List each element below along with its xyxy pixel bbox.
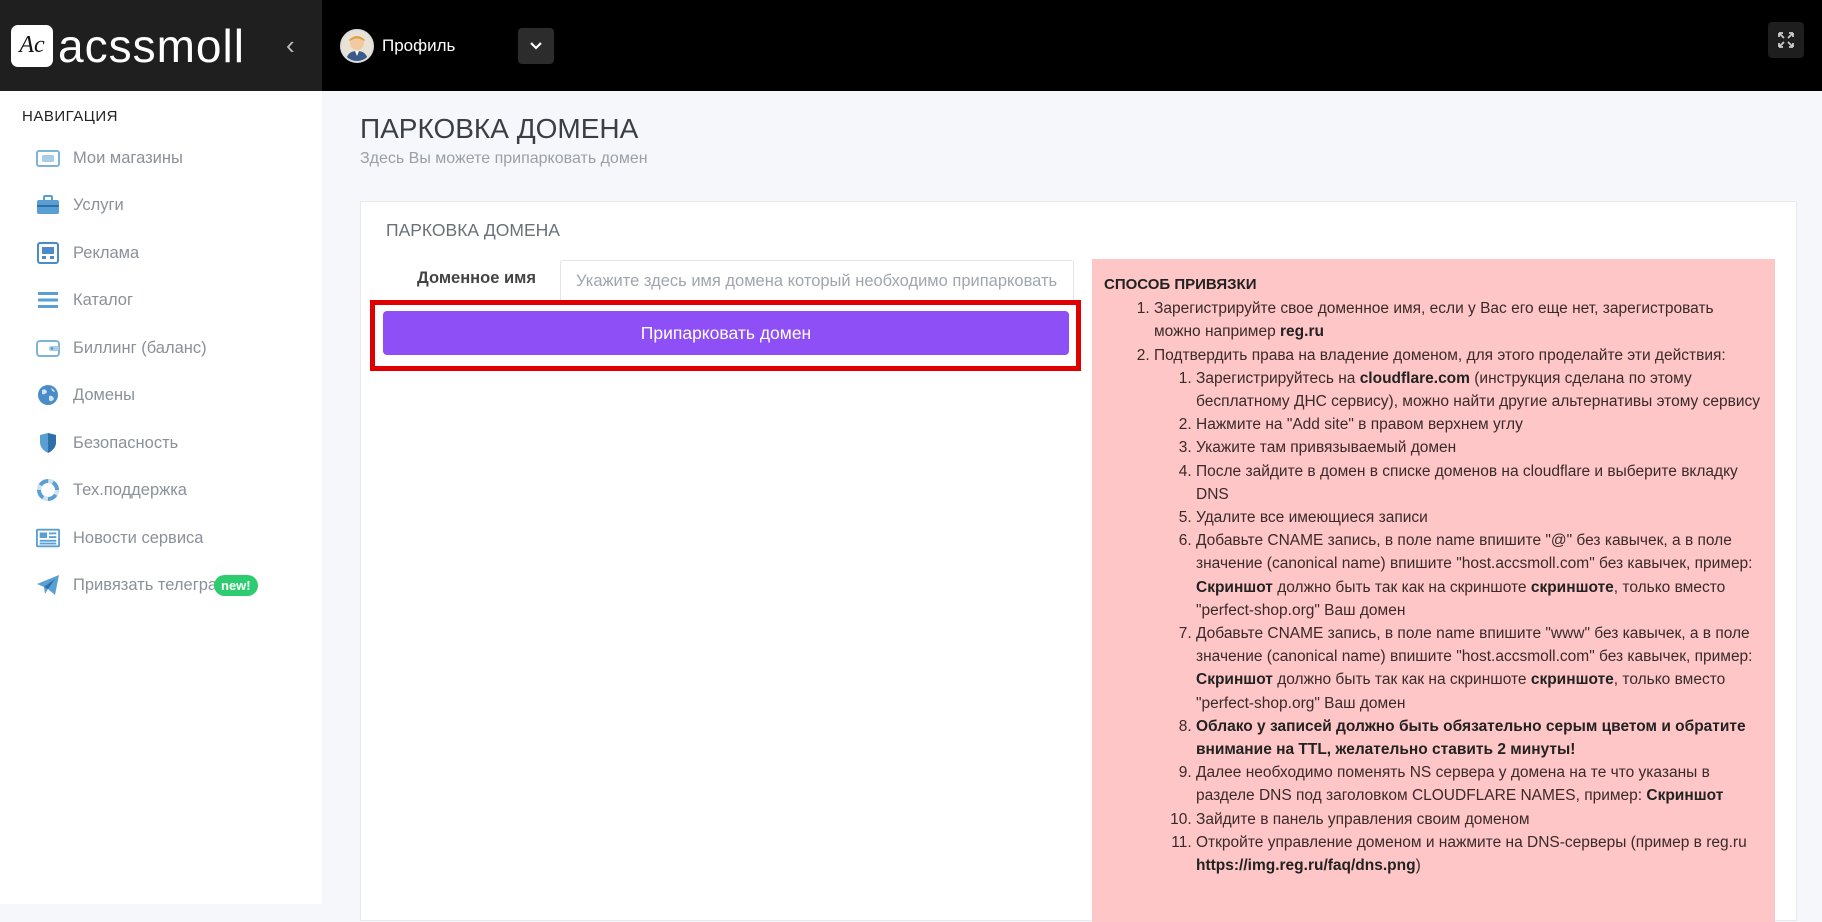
domain-name-input[interactable] [560, 260, 1074, 302]
top-bar: Ac acssmoll ‹ Профиль [0, 0, 1822, 91]
instruction-substep: Откройте управление доменом и нажмите на… [1196, 831, 1763, 877]
brand-logo[interactable]: Ac [11, 24, 53, 67]
instruction-substep: После зайдите в домен в списке доменов н… [1196, 460, 1763, 506]
card-title: ПАРКОВКА ДОМЕНА [386, 220, 560, 240]
sidebar-item-label: Домены [73, 385, 136, 404]
collapse-sidebar-icon[interactable]: ‹ [286, 30, 295, 61]
instruction-substep: Зарегистрируйтесь на cloudflare.com (инс… [1196, 367, 1763, 413]
profile-menu[interactable]: Профиль [340, 0, 555, 91]
sidebar-item-label: Безопасность [73, 433, 179, 452]
sidebar-item-label: Привязать телеграм [73, 575, 216, 594]
page-subtitle: Здесь Вы можете припарковать домен [360, 150, 648, 167]
sidebar-item-security[interactable]: Безопасность [36, 428, 178, 458]
screenshot-link[interactable]: скриншоте [1531, 579, 1614, 596]
screenshot-link[interactable]: Скриншот [1196, 579, 1273, 596]
avatar[interactable] [340, 28, 374, 63]
sidebar-item-support[interactable]: Тех.поддержка [36, 475, 187, 505]
instructions-sublist: Зарегистрируйтесь на cloudflare.com (инс… [1154, 367, 1763, 877]
instruction-substep: Укажите там привязываемый домен [1196, 436, 1763, 459]
screenshot-link[interactable]: Скриншот [1196, 671, 1273, 688]
instruction-substep: Добавьте CNAME запись, в поле name впиши… [1196, 622, 1763, 715]
instruction-substep: Добавьте CNAME запись, в поле name впиши… [1196, 529, 1763, 622]
instructions-panel: СПОСОБ ПРИВЯЗКИ Зарегистрируйте свое дом… [1092, 259, 1775, 922]
card-wallet-icon [36, 336, 60, 360]
sidebar-item-telegram[interactable]: Привязать телеграм new! [36, 570, 276, 600]
sidebar-item-stores[interactable]: Мои магазины [36, 143, 183, 173]
lifebuoy-icon [36, 478, 60, 502]
briefcase-icon [36, 193, 60, 217]
instruction-substep: Облако у записей должно быть обязательно… [1196, 715, 1763, 761]
chevron-down-icon [530, 41, 543, 50]
billboard-icon [36, 241, 60, 265]
sidebar-item-domains[interactable]: Домены [36, 380, 135, 410]
brand-name[interactable]: acssmoll [58, 19, 245, 73]
newspaper-icon [36, 526, 60, 550]
domain-name-label: Доменное имя [417, 269, 536, 287]
screenshot-link[interactable]: скриншоте [1531, 671, 1614, 688]
instructions-title: СПОСОБ ПРИВЯЗКИ [1104, 276, 1257, 293]
sidebar-item-label: Биллинг (баланс) [73, 338, 207, 357]
wallet-icon [36, 146, 60, 170]
sidebar-item-billing[interactable]: Биллинг (баланс) [36, 333, 207, 363]
instruction-substep: Нажмите на "Add site" в правом верхнем у… [1196, 413, 1763, 436]
dns-image-link[interactable]: https://img.reg.ru/faq/dns.png [1196, 857, 1416, 874]
instruction-substep: Удалите все имеющиеся записи [1196, 506, 1763, 529]
cloudflare-link[interactable]: cloudflare.com [1360, 370, 1470, 387]
sidebar-item-label: Новости сервиса [73, 528, 204, 547]
sidebar: НАВИГАЦИЯ Мои магазины Услуги Реклама Ка… [0, 91, 322, 904]
domain-parking-card: ПАРКОВКА ДОМЕНА Доменное имя Припарковат… [360, 201, 1797, 922]
fullscreen-icon [1778, 32, 1794, 48]
sidebar-item-catalog[interactable]: Каталог [36, 285, 133, 315]
reg-ru-link[interactable]: reg.ru [1280, 323, 1324, 340]
user-avatar-icon [346, 35, 368, 61]
sidebar-item-label: Каталог [73, 290, 133, 309]
sidebar-item-label: Услуги [73, 195, 124, 214]
instruction-substep: Далее необходимо поменять NS сервера у д… [1196, 761, 1763, 807]
fullscreen-button[interactable] [1768, 22, 1804, 58]
screenshot-link[interactable]: Скриншот [1646, 787, 1723, 804]
globe-icon [36, 383, 60, 407]
sidebar-item-ads[interactable]: Реклама [36, 238, 139, 268]
instruction-step: Подтвердить права на владение доменом, д… [1154, 344, 1763, 878]
telegram-icon [36, 573, 60, 597]
sidebar-item-label: Мои магазины [73, 148, 183, 167]
park-domain-button[interactable]: Припарковать домен [383, 311, 1069, 355]
new-badge: new! [214, 574, 258, 596]
page-title: ПАРКОВКА ДОМЕНА [360, 113, 639, 144]
profile-dropdown-button[interactable] [518, 27, 555, 64]
sidebar-item-news[interactable]: Новости сервиса [36, 523, 203, 553]
instruction-substep: Зайдите в панель управления своим домено… [1196, 808, 1763, 831]
shield-icon [36, 431, 60, 455]
brand: Ac acssmoll ‹ [0, 0, 322, 91]
sidebar-item-label: Реклама [73, 243, 140, 262]
instructions-list: Зарегистрируйте свое доменное имя, если … [1104, 297, 1763, 877]
nav-heading: НАВИГАЦИЯ [22, 108, 118, 125]
profile-name[interactable]: Профиль [382, 36, 455, 56]
list-icon [36, 288, 60, 312]
main-content: ПАРКОВКА ДОМЕНА Здесь Вы можете припарко… [322, 91, 1822, 922]
sidebar-item-label: Тех.поддержка [73, 480, 187, 499]
sidebar-item-services[interactable]: Услуги [36, 190, 124, 220]
instruction-step: Зарегистрируйте свое доменное имя, если … [1154, 297, 1763, 343]
